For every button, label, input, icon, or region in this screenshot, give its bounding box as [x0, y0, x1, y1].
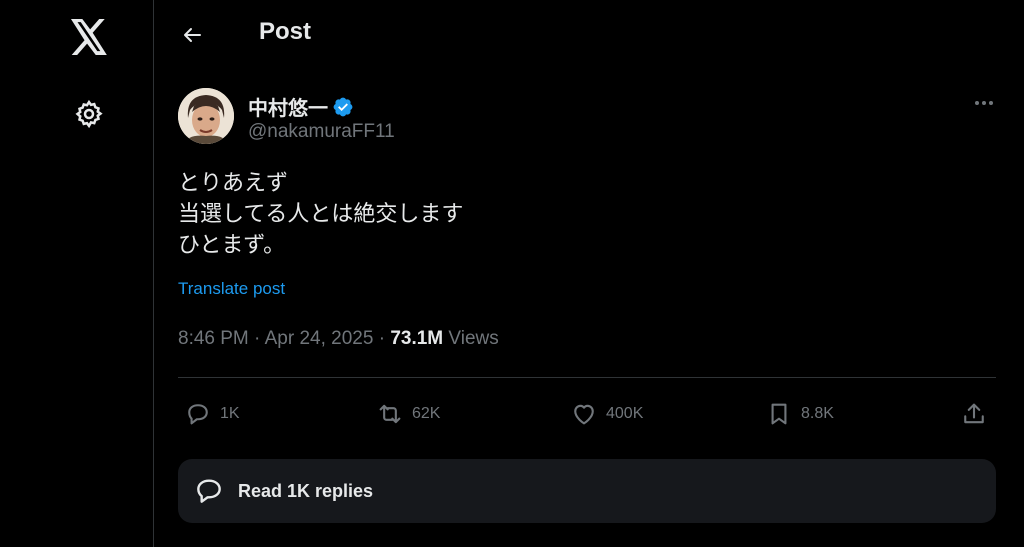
repost-count: 62K [412, 405, 441, 422]
verified-badge-icon [332, 96, 354, 118]
author-handle[interactable]: @nakamuraFF11 [248, 121, 395, 143]
left-nav [0, 0, 153, 547]
share-button[interactable] [960, 396, 988, 432]
translate-post-link[interactable]: Translate post [178, 279, 285, 299]
main-column: Post 中村悠一 @nakamuraFF11 とりあえず 当選してる人とは絶交… [153, 0, 1024, 547]
post-text-line: とりあえず [178, 171, 289, 196]
back-button[interactable] [174, 17, 210, 53]
post-date[interactable]: Apr 24, 2025 [265, 328, 374, 349]
reply-count: 1K [220, 405, 240, 422]
read-replies-button[interactable]: Read 1K replies [178, 459, 996, 523]
post-text: とりあえず 当選してる人とは絶交します ひとまず。 [178, 168, 463, 261]
post-meta: 8:46 PM · Apr 24, 2025 · 73.1M Views [178, 328, 499, 350]
action-bar: 1K 62K 400K 8.8K [178, 396, 996, 432]
chat-bubble-icon [192, 474, 226, 508]
more-options-button[interactable] [968, 88, 1000, 118]
bookmark-button[interactable]: 8.8K [765, 396, 834, 432]
repost-icon [379, 404, 401, 424]
read-replies-label: Read 1K replies [238, 480, 374, 501]
reply-button[interactable]: 1K [184, 396, 240, 432]
gear-icon[interactable] [64, 89, 114, 139]
reply-icon [188, 404, 208, 425]
post-text-line: 当選してる人とは絶交します [178, 202, 464, 227]
author-name-row[interactable]: 中村悠一 [248, 92, 354, 121]
meta-separator: · [378, 328, 386, 349]
repost-button[interactable]: 62K [376, 396, 440, 432]
arrow-left-icon [184, 28, 201, 42]
share-icon [964, 403, 984, 424]
views-label: Views [448, 328, 499, 349]
page-header: Post [154, 0, 1024, 70]
page-title: Post [259, 18, 312, 45]
bookmark-count: 8.8K [801, 405, 834, 422]
avatar[interactable] [178, 88, 234, 144]
like-button[interactable]: 400K [570, 396, 643, 432]
like-count: 400K [606, 405, 644, 422]
more-dots-icon [975, 101, 993, 105]
divider [178, 377, 996, 378]
author-display-name[interactable]: 中村悠一 [248, 92, 328, 121]
post-text-line: ひとまず。 [178, 233, 286, 258]
views-count: 73.1M [390, 328, 444, 349]
heart-icon [574, 404, 594, 425]
x-logo-icon[interactable] [64, 12, 114, 62]
post-time[interactable]: 8:46 PM [178, 328, 249, 349]
meta-separator: · [254, 328, 261, 349]
bookmark-icon [771, 403, 787, 425]
